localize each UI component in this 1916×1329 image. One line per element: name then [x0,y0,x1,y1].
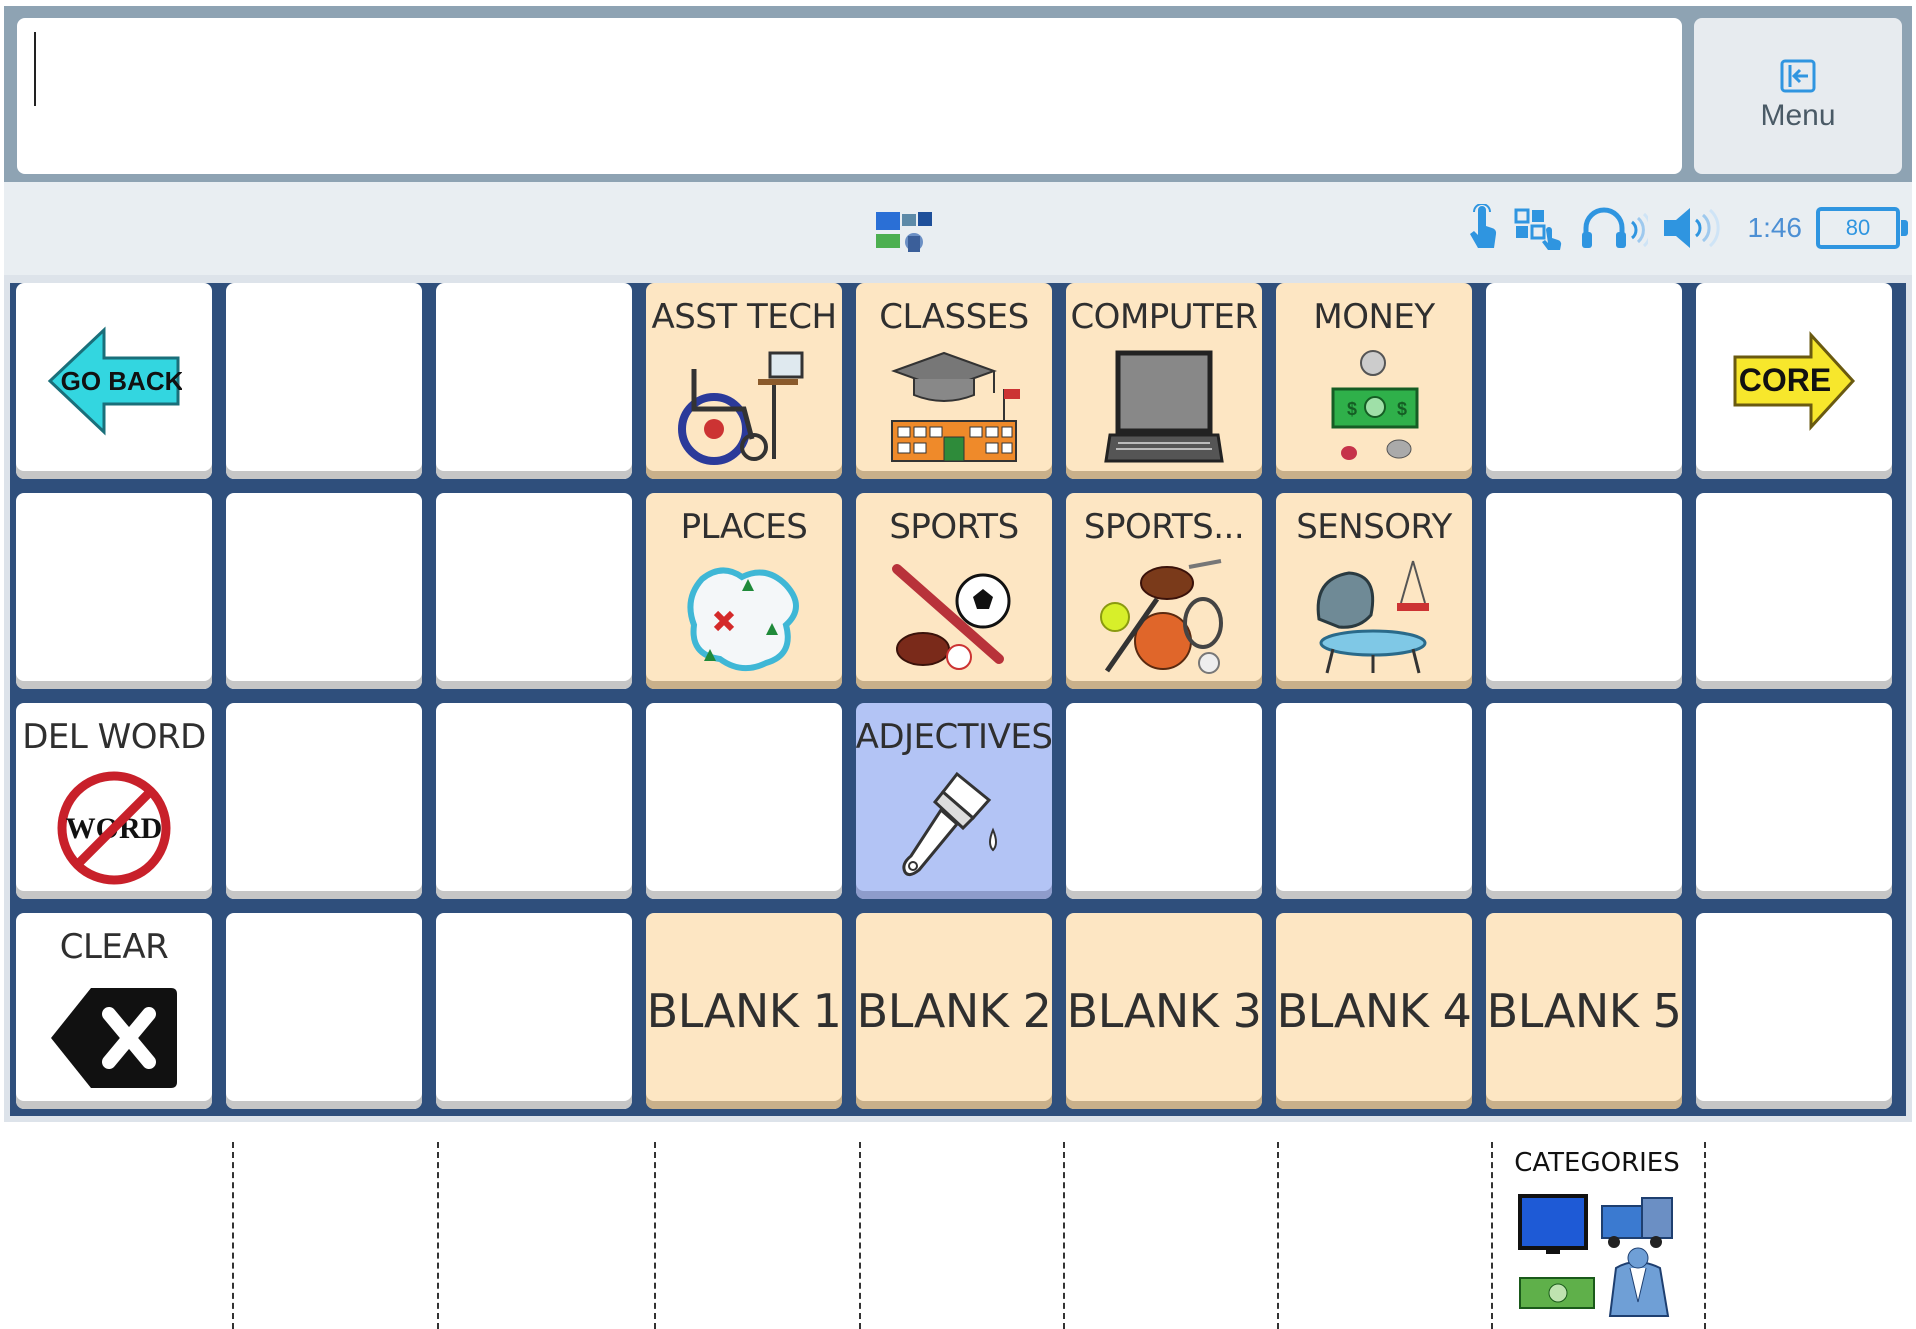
sports-more-label: SPORTS... [1083,507,1245,547]
empty-cell[interactable] [1486,283,1682,479]
empty-cell[interactable] [226,703,422,899]
blank-3-button[interactable]: BLANK 3 [1066,913,1262,1109]
no-word-icon: WORD [57,771,171,885]
blank-5-label: BLANK 5 [1486,984,1682,1038]
sports-label: SPORTS [889,507,1019,547]
speaker-volume-icon[interactable] [1662,206,1728,250]
adjectives-button[interactable]: ADJECTIVES [856,703,1052,899]
categories-label: CATEGORIES [1514,1148,1680,1178]
blank-5-button[interactable]: BLANK 5 [1486,913,1682,1109]
svg-text:$: $ [1347,399,1357,419]
sensory-equipment-icon [1316,560,1429,674]
dashed-divider [859,1142,861,1329]
empty-cell[interactable] [436,913,632,1109]
money-button[interactable]: MONEY $ $ [1276,283,1472,479]
asst-tech-button[interactable]: ASST TECH [646,283,842,479]
blank-4-button[interactable]: BLANK 4 [1276,913,1472,1109]
sports-balls-rackets-icon [1100,559,1223,674]
blank-1-button[interactable]: BLANK 1 [646,913,842,1109]
clear-button[interactable]: CLEAR [16,913,212,1109]
empty-cell[interactable] [436,703,632,899]
classes-button[interactable]: CLASSES [856,283,1052,479]
empty-cell[interactable] [226,913,422,1109]
core-arrow-icon: CORE [1733,331,1856,431]
vocabulary-page-icon [876,212,932,252]
sensory-button[interactable]: SENSORY [1276,493,1472,689]
go-back-text: GO BACK [61,366,182,396]
places-button[interactable]: PLACES [646,493,842,689]
asst-tech-label: ASST TECH [651,297,837,337]
paintbrush-icon [902,771,997,877]
blank-1-label: BLANK 1 [646,984,842,1038]
empty-cell[interactable] [1486,703,1682,899]
svg-text:$: $ [1397,399,1407,419]
blank-2-button[interactable]: BLANK 2 [856,913,1052,1109]
blank-2-label: BLANK 2 [856,984,1052,1038]
aac-device-screen: Menu 1:46 80 GO BACK ASST TECH CLASSES C… [4,6,1912,1122]
clear-label: CLEAR [59,927,169,967]
classes-label: CLASSES [879,297,1029,337]
blank-3-label: BLANK 3 [1066,984,1262,1038]
touch-settings-icon[interactable] [1514,206,1566,250]
text-cursor [34,32,36,106]
message-area: Menu [4,6,1912,182]
message-window[interactable] [17,18,1682,174]
computer-label: COMPUTER [1070,297,1258,337]
go-back-arrow-icon: GO BACK [47,326,182,436]
dashed-divider [654,1142,656,1329]
empty-cell[interactable] [1276,703,1472,899]
touch-icon[interactable] [1468,204,1500,252]
laptop-icon [1104,350,1224,463]
empty-cell[interactable] [226,283,422,479]
adjectives-label: ADJECTIVES [856,717,1052,757]
battery-indicator: 80 [1816,207,1908,249]
sports-button[interactable]: SPORTS [856,493,1052,689]
core-text: CORE [1739,362,1831,398]
empty-cell[interactable] [436,493,632,689]
status-icons: 1:46 80 [1468,200,1908,256]
battery-level: 80 [1845,215,1871,240]
footer-strip: CATEGORIES [0,1122,1916,1329]
money-bills-coins-icon: $ $ [1331,350,1419,460]
vocabulary-grid: GO BACK ASST TECH CLASSES COMPUTER MONEY… [4,275,1912,1122]
money-label: MONEY [1313,297,1435,337]
clock-time: 1:46 [1747,212,1803,243]
clear-backspace-icon [51,988,177,1088]
map-island-icon [687,567,799,672]
dashed-divider [437,1142,439,1329]
empty-cell[interactable] [436,283,632,479]
status-bar: 1:46 80 [4,182,1912,275]
dashed-divider [232,1142,234,1329]
empty-cell[interactable] [1486,493,1682,689]
menu-label: Menu [1760,99,1836,132]
menu-button[interactable]: Menu [1694,18,1902,174]
empty-cell[interactable] [226,493,422,689]
del-word-label: DEL WORD [22,717,206,757]
categories-icon [1518,1194,1673,1317]
empty-cell[interactable] [16,493,212,689]
dashed-divider [1277,1142,1279,1329]
dashed-divider [1063,1142,1065,1329]
empty-cell[interactable] [1696,493,1892,689]
places-label: PLACES [680,507,808,547]
wheelchair-computer-icon [678,351,804,465]
computer-button[interactable]: COMPUTER [1066,283,1262,479]
menu-icon [1780,59,1816,93]
blank-4-label: BLANK 4 [1276,984,1472,1038]
dashed-divider [1704,1142,1706,1329]
core-button[interactable]: CORE [1696,283,1892,479]
empty-cell[interactable] [1066,703,1262,899]
go-back-button[interactable]: GO BACK [16,283,212,479]
headphones-icon[interactable] [1580,206,1648,250]
del-word-button[interactable]: DEL WORD WORD [16,703,212,899]
empty-cell[interactable] [1696,913,1892,1109]
empty-cell[interactable] [646,703,842,899]
school-graduation-cap-icon [891,351,1020,462]
empty-cell[interactable] [1696,703,1892,899]
sports-more-button[interactable]: SPORTS... [1066,493,1262,689]
sports-equipment-icon [892,564,1011,670]
sensory-label: SENSORY [1296,507,1452,547]
